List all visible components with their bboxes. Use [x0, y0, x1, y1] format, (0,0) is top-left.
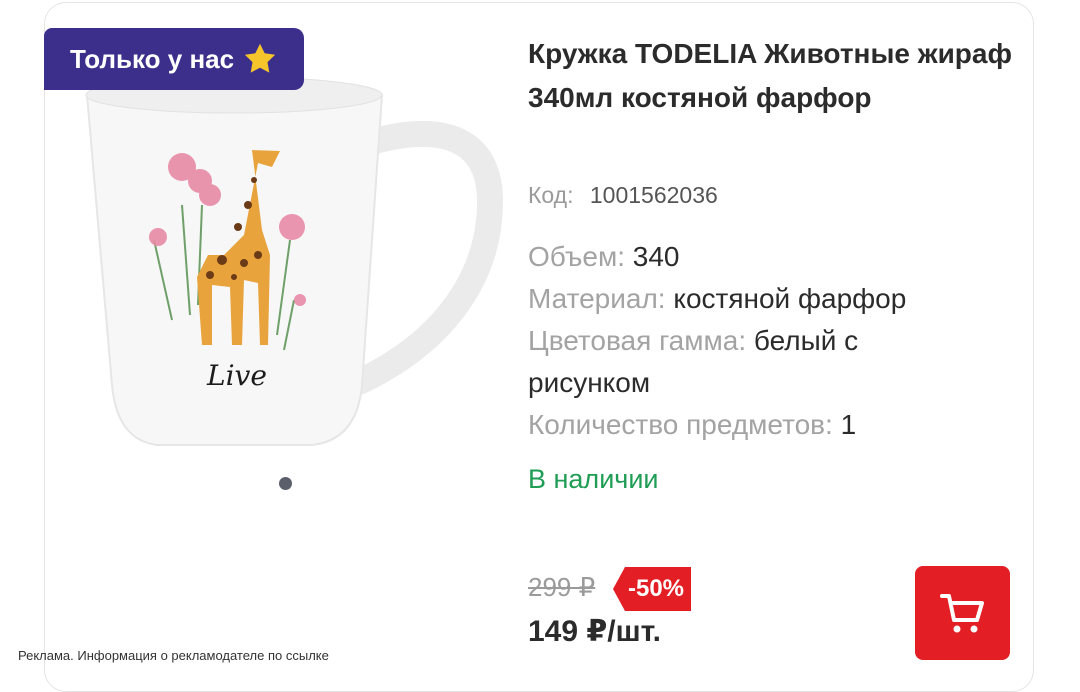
spec-row: Количество предметов: 1	[528, 404, 978, 446]
spec-row: Цветовая гамма: белый с рисунком	[528, 320, 978, 404]
spec-label: Количество предметов:	[528, 409, 833, 440]
code-value: 1001562036	[589, 182, 718, 208]
spec-value: 340	[632, 241, 680, 272]
spec-row: Материал: костяной фарфор	[528, 278, 978, 320]
spec-label: Цветовая гамма:	[528, 325, 747, 356]
badge-label: Только у нас	[70, 43, 235, 74]
spec-label: Объем:	[528, 241, 625, 272]
spec-value: костяной фарфор	[673, 283, 907, 314]
ad-disclaimer[interactable]: Реклама. Информация о рекламодателе по с…	[18, 648, 329, 663]
old-price: 299 ₽	[528, 572, 596, 602]
spec-value: 1	[840, 409, 857, 440]
product-code: Код: 1001562036	[528, 182, 718, 209]
spec-label: Материал:	[528, 283, 666, 314]
exclusive-badge: Только у нас	[44, 28, 304, 90]
spec-row: Объем: 340	[528, 236, 978, 278]
cart-icon	[939, 594, 984, 633]
product-title[interactable]: Кружка TODELIA Животные жираф 340мл кост…	[528, 32, 1028, 120]
current-price: 149 ₽/шт.	[528, 615, 661, 648]
carousel-dot[interactable]	[279, 477, 292, 490]
star-icon	[244, 43, 276, 73]
mug-illustration: Live	[85, 76, 504, 446]
add-to-cart-button[interactable]	[915, 566, 1010, 660]
discount-label: -50%	[627, 575, 685, 602]
code-label: Код:	[528, 182, 574, 208]
spec-list: Объем: 340 Материал: костяной фарфор Цве…	[528, 236, 978, 446]
product-image[interactable]: Live	[62, 55, 512, 470]
availability-status: В наличии	[528, 464, 659, 494]
discount-badge: -50%	[613, 567, 691, 611]
mug-print-text: Live	[206, 359, 267, 392]
